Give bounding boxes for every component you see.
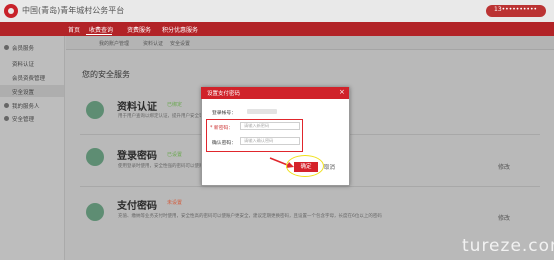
status-badge: 已设置 xyxy=(167,152,183,158)
service-title-auth: 资料认证 xyxy=(117,102,157,113)
breadcrumb xyxy=(66,36,554,50)
money-bag-icon xyxy=(86,203,104,221)
cancel-button[interactable]: 取消 xyxy=(324,163,335,171)
main-nav xyxy=(0,22,554,36)
sidebar-item-profile-auth[interactable]: 资料认证 xyxy=(12,60,34,68)
sidebar-item-member[interactable]: 会员服务 xyxy=(12,44,34,52)
service-title-login: 登录密码 xyxy=(117,151,157,162)
service-desc-auth: 用于用户查询以绑定认证，提升用户安全等级 xyxy=(118,114,208,119)
sidebar-item-security-mgmt[interactable]: 安全管理 xyxy=(12,115,34,123)
confirm-button[interactable]: 确定 xyxy=(294,162,318,172)
id-card-icon xyxy=(86,101,104,119)
monitor-icon xyxy=(86,148,104,166)
nav-home[interactable]: 首页 xyxy=(68,25,80,34)
nav-points[interactable]: 积分优惠服务 xyxy=(162,25,198,34)
account-label: 登录帐号： xyxy=(212,111,236,116)
shield-icon xyxy=(4,116,9,121)
user-account-label[interactable]: 13•••••••••• xyxy=(494,6,537,13)
sidebar-item-service-person[interactable]: 我的服务人 xyxy=(12,102,40,110)
site-brand: 中国(青岛)青年城村公务平台 xyxy=(22,6,125,15)
breadcrumb-item[interactable]: 资料认证 xyxy=(143,40,163,47)
service-desc-payment: 充值、缴纳等业务支付时使用，安全性高的密码可以使账户更安全，建议定期更换密码，且… xyxy=(118,214,382,219)
status-badge: 未设置 xyxy=(167,200,183,206)
breadcrumb-current: 安全设置 xyxy=(170,41,191,47)
page-title: 您的安全服务 xyxy=(82,70,130,79)
watermark: tureze.com xyxy=(462,236,554,256)
user-icon xyxy=(4,45,9,50)
nav-active-indicator xyxy=(86,34,112,35)
confirm-password-label: 确认密码： xyxy=(212,141,236,146)
service-title-payment: 支付密码 xyxy=(117,201,157,212)
status-badge: 已绑定 xyxy=(167,102,183,108)
breadcrumb-item[interactable]: 我的账户管理 xyxy=(99,40,129,47)
nav-tariff[interactable]: 资费服务 xyxy=(127,25,151,34)
sidebar-item-member-fees[interactable]: 会员资费管理 xyxy=(12,74,45,82)
confirm-password-field[interactable]: 请输入确认密码 xyxy=(240,137,300,145)
edit-payment-password-link[interactable]: 修改 xyxy=(498,213,510,222)
new-password-label: * 新密码： xyxy=(210,126,234,131)
divider xyxy=(80,186,540,187)
people-icon xyxy=(4,103,9,108)
new-password-field[interactable]: 请输入新密码 xyxy=(240,122,300,130)
dialog-title: 设置支付密码 xyxy=(207,91,241,97)
account-value-masked xyxy=(247,109,277,114)
edit-login-password-link[interactable]: 修改 xyxy=(498,162,510,171)
logo-icon xyxy=(4,4,18,18)
close-icon[interactable]: × xyxy=(339,88,345,97)
sidebar xyxy=(0,36,65,260)
nav-fee-query[interactable]: 收费查询 xyxy=(89,25,113,34)
sidebar-item-security[interactable]: 安全设置 xyxy=(12,88,34,96)
